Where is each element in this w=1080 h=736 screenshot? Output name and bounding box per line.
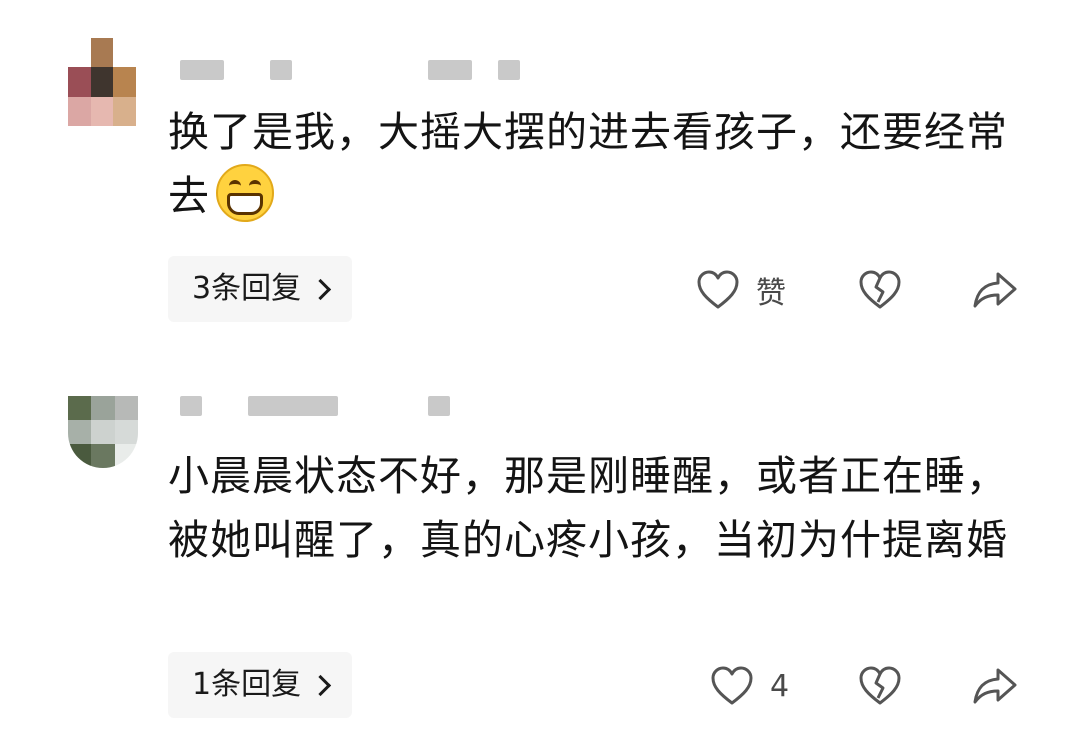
comment-item: 小晨晨状态不好，那是刚睡醒，或者正在睡，被她叫醒了，真的心疼小孩，当初为什提离婚… — [0, 380, 1080, 736]
share-button[interactable] — [972, 260, 1018, 320]
comment-text: 换了是我，大摇大摆的进去看孩子，还要经常去 — [168, 108, 1008, 222]
comment-actions: 赞 — [690, 260, 1030, 320]
username-blurred[interactable] — [180, 396, 540, 418]
view-replies-button[interactable]: 3条回复 — [168, 256, 353, 322]
username-blurred[interactable] — [180, 60, 540, 82]
avatar[interactable] — [68, 38, 136, 126]
heart-icon — [696, 270, 740, 310]
grin-icon — [216, 164, 274, 222]
replies-label: 3条回复 — [192, 271, 302, 306]
chevron-right-icon — [309, 674, 332, 696]
comment-actions: 4 — [690, 656, 1030, 716]
dislike-button[interactable] — [858, 260, 902, 320]
dislike-button[interactable] — [858, 656, 902, 716]
share-arrow-icon — [972, 666, 1018, 706]
chevron-right-icon — [309, 278, 332, 300]
like-button[interactable]: 赞 — [696, 260, 786, 320]
heart-icon — [710, 666, 754, 706]
replies-label: 1条回复 — [192, 667, 302, 702]
like-button[interactable]: 4 — [710, 656, 789, 716]
comment-text: 小晨晨状态不好，那是刚睡醒，或者正在睡，被她叫醒了，真的心疼小孩，当初为什提离婚 — [168, 452, 1008, 564]
broken-heart-icon — [858, 270, 902, 310]
like-count: 4 — [770, 668, 790, 704]
view-replies-button[interactable]: 1条回复 — [168, 652, 353, 718]
comment-item: 换了是我，大摇大摆的进去看孩子，还要经常去 3条回复 赞 — [0, 0, 1080, 360]
like-label: 赞 — [756, 276, 786, 311]
share-button[interactable] — [972, 656, 1018, 716]
avatar[interactable] — [68, 396, 138, 468]
broken-heart-icon — [858, 666, 902, 706]
share-arrow-icon — [972, 270, 1018, 310]
